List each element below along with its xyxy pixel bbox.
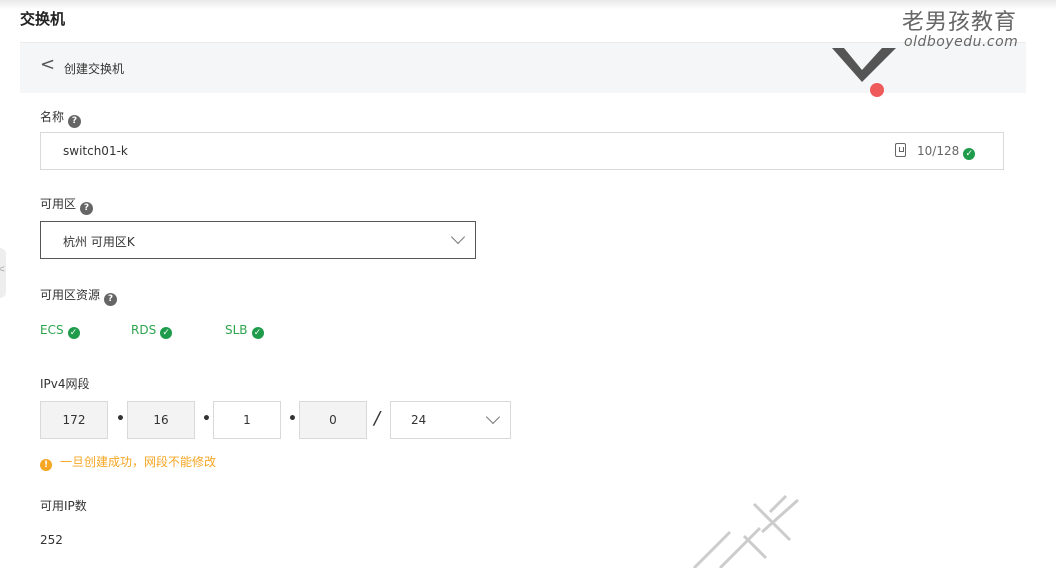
warning-text: 一旦创建成功，网段不能修改	[60, 455, 217, 469]
resources-label-text: 可用区资源	[40, 288, 101, 302]
header-title: 创建交换机	[64, 62, 125, 76]
ip-octet-3-input[interactable]: 1	[213, 401, 281, 439]
zone-label: 可用区?	[40, 195, 94, 215]
ip-dot-separator: •	[116, 411, 125, 427]
zone-label-text: 可用区	[40, 197, 77, 211]
available-ip-label: 可用IP数	[40, 499, 87, 513]
help-icon[interactable]: ?	[104, 293, 118, 306]
mask-value: 24	[411, 413, 427, 427]
help-icon[interactable]: ?	[68, 115, 82, 128]
back-arrow-icon[interactable]: <	[40, 55, 55, 75]
resource-ecs: ECS ✓	[40, 323, 80, 339]
ip-dot-separator: •	[288, 411, 297, 427]
resource-slb: SLB ✓	[225, 323, 264, 339]
brand-logo: 老男孩教育 oldboyedu.com	[822, 0, 1056, 100]
resource-ecs-label: ECS	[40, 323, 64, 337]
warning-icon: !	[40, 459, 52, 471]
logo-text-cn: 老男孩教育	[902, 10, 1018, 35]
keyboard-icon[interactable]	[895, 143, 906, 157]
name-label-text: 名称	[40, 110, 65, 124]
sidebar-collapse-handle[interactable]: <	[0, 248, 6, 298]
mask-slash: /	[374, 408, 381, 429]
name-counter: 10/128 ✓	[917, 144, 976, 160]
logo-mark-icon	[832, 48, 896, 97]
counter-text: 10/128	[917, 144, 960, 158]
chevron-down-icon	[485, 409, 501, 425]
ip-octet-1: 172	[40, 401, 108, 439]
ipv4-warning: ! 一旦创建成功，网段不能修改	[40, 453, 216, 471]
name-value[interactable]: switch01-k	[63, 144, 128, 158]
zone-select[interactable]: 杭州 可用区K	[40, 221, 476, 259]
chevron-left-icon: <	[0, 264, 6, 275]
name-label: 名称?	[40, 108, 82, 128]
check-icon: ✓	[160, 327, 173, 339]
resource-slb-label: SLB	[225, 323, 248, 337]
ip-octet-2: 16	[127, 401, 195, 439]
mask-select[interactable]: 24	[390, 401, 511, 439]
page-title: 交换机	[20, 10, 66, 28]
logo-text-en: oldboyedu.com	[904, 34, 1019, 50]
zone-select-value: 杭州 可用区K	[63, 235, 135, 249]
ipv4-label: IPv4网段	[40, 377, 90, 391]
ip-octet-4: 0	[299, 401, 367, 439]
chevron-down-icon	[450, 229, 466, 245]
ip-dot-separator: •	[202, 411, 211, 427]
check-icon: ✓	[963, 148, 976, 160]
available-ip-value: 252	[40, 533, 63, 547]
name-input[interactable]: switch01-k 10/128 ✓	[40, 132, 1004, 170]
watermark-icon	[692, 494, 799, 568]
resources-label: 可用区资源?	[40, 286, 118, 306]
resource-rds: RDS ✓	[131, 323, 173, 339]
check-icon: ✓	[251, 327, 264, 339]
resource-rds-label: RDS	[131, 323, 157, 337]
help-icon[interactable]: ?	[80, 202, 94, 215]
check-icon: ✓	[67, 327, 80, 339]
